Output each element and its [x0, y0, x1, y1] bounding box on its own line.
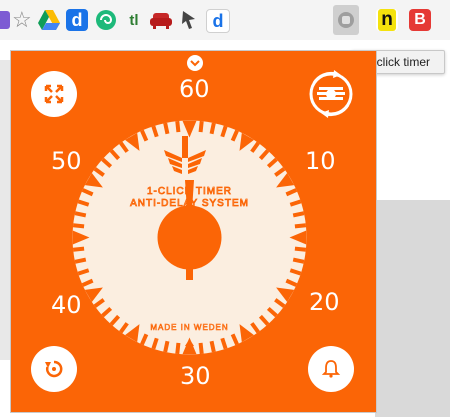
expand-icon — [44, 84, 64, 104]
dial-hub — [157, 205, 222, 270]
dial-minor-tick — [72, 246, 85, 252]
cursor-extension-icon[interactable] — [178, 9, 200, 36]
page-background-strip — [0, 60, 10, 360]
timer-dial[interactable]: 1-CLICK TIMER ANTI-DELAY SYSTEM MADE IN … — [72, 120, 307, 355]
dial-minor-tick — [163, 340, 170, 353]
dial-minor-tick — [175, 120, 181, 133]
dial-minor-tick — [292, 257, 305, 264]
fullscreen-button[interactable] — [31, 71, 77, 117]
dial-minor-tick — [209, 122, 216, 135]
face-footer: MADE IN WEDEN — [150, 323, 228, 332]
timer-popup: 60 10 20 30 40 50 1-CLICK TIMER ANTI-DEL… — [10, 50, 377, 413]
drive-icon[interactable] — [38, 10, 60, 35]
note-letter: n — [378, 9, 396, 31]
chevron-down-icon[interactable] — [187, 55, 203, 71]
timer-logo-icon[interactable] — [306, 69, 356, 119]
dial-minor-tick — [72, 223, 85, 229]
tldr-extension-icon[interactable]: tl — [123, 9, 145, 31]
timer-extension-icon[interactable] — [333, 5, 359, 35]
alarm-button[interactable] — [308, 346, 354, 392]
partial-extension-icon[interactable] — [0, 11, 10, 29]
spiral-extension-icon[interactable] — [95, 9, 117, 36]
note-extension-icon[interactable]: n — [376, 9, 398, 31]
couch-extension-icon[interactable] — [150, 10, 172, 35]
browser-toolbar: ☆ d tl d n B — [0, 0, 450, 40]
docs-extension-icon[interactable]: d — [66, 9, 88, 31]
docs-extension-2-icon[interactable]: d — [206, 9, 230, 33]
dial-minor-tick — [198, 342, 204, 355]
dial-minor-tick — [175, 342, 181, 355]
dial-minor-tick — [163, 122, 170, 135]
docs-letter: d — [212, 10, 224, 31]
dial-minor-tick — [294, 246, 307, 252]
reset-button[interactable] — [31, 346, 77, 392]
dial-number-30: 30 — [180, 362, 211, 390]
tldr-label: tl — [129, 11, 139, 29]
bookmark-star-icon[interactable]: ☆ — [12, 7, 32, 33]
dial-minor-tick — [74, 211, 87, 218]
dial-minor-tick — [209, 340, 216, 353]
dial-number-10: 10 — [305, 147, 336, 175]
dial-minor-tick — [292, 211, 305, 218]
reset-icon — [45, 360, 63, 378]
dial-number-20: 20 — [309, 288, 340, 316]
dial-minor-tick — [198, 120, 204, 133]
dial-minor-tick — [74, 257, 87, 264]
dial-number-60: 60 — [179, 75, 210, 103]
b-extension-icon[interactable]: B — [409, 9, 431, 31]
page-background-panel — [375, 200, 450, 417]
dial-minor-tick — [294, 223, 307, 229]
bell-icon — [321, 360, 341, 378]
